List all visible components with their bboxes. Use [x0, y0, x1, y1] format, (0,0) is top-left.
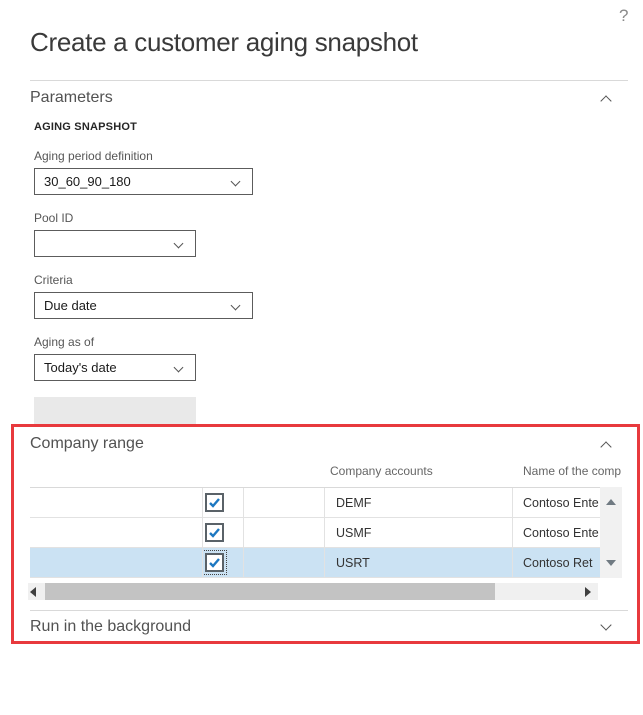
parameters-section-header[interactable]: Parameters [30, 87, 612, 109]
column-header-company-accounts[interactable]: Company accounts [330, 464, 433, 478]
parameters-form: Aging period definition 30_60_90_180 Poo… [34, 149, 274, 424]
run-in-background-section-title: Run in the background [30, 618, 191, 635]
horizontal-scrollbar[interactable] [28, 583, 598, 600]
collapse-chevron-icon[interactable] [600, 441, 612, 453]
scrollbar-thumb[interactable] [45, 583, 495, 600]
cell-checkbox [203, 518, 244, 547]
parameters-section-title: Parameters [30, 89, 113, 106]
cell-company-account[interactable]: USMF [325, 518, 513, 547]
field-label: Aging as of [34, 335, 95, 349]
help-icon[interactable]: ? [619, 6, 628, 26]
grid-row[interactable]: USMF Contoso Ente [30, 518, 600, 548]
cell-company-account[interactable]: DEMF [325, 488, 513, 517]
scroll-up-arrow-icon[interactable] [606, 499, 616, 505]
collapse-chevron-icon[interactable] [600, 95, 612, 107]
field-label: Criteria [34, 273, 73, 287]
cell-empty [244, 488, 325, 517]
cell-checkbox [203, 548, 244, 577]
criteria-combobox[interactable]: Due date [34, 292, 253, 319]
combobox-value: Today's date [44, 360, 117, 375]
column-header-company-name[interactable]: Name of the comp [523, 464, 637, 478]
cell-empty [244, 518, 325, 547]
checkmark-icon [209, 557, 220, 568]
aging-snapshot-group-label: AGING SNAPSHOT [34, 121, 138, 133]
section-divider [30, 610, 628, 611]
combobox-value: 30_60_90_180 [44, 174, 131, 189]
combobox-value: Due date [44, 298, 97, 313]
company-range-grid: DEMF Contoso Ente USMF Contoso Ente USRT… [30, 487, 600, 578]
section-divider [30, 80, 628, 81]
field-aging-as-of: Aging as of Today's date [34, 335, 274, 381]
page-title: Create a customer aging snapshot [30, 27, 418, 57]
cell-checkbox [203, 488, 244, 517]
dropdown-chevron-icon[interactable] [230, 300, 241, 311]
company-range-section-header[interactable]: Company range [30, 433, 612, 455]
scroll-left-arrow-icon[interactable] [30, 587, 36, 597]
dropdown-chevron-icon[interactable] [173, 238, 184, 249]
aging-period-definition-combobox[interactable]: 30_60_90_180 [34, 168, 253, 195]
dropdown-chevron-icon[interactable] [230, 176, 241, 187]
field-pool-id: Pool ID [34, 211, 274, 257]
cell-empty [30, 488, 203, 517]
vertical-scrollbar[interactable] [600, 487, 622, 578]
row-select-checkbox[interactable] [205, 523, 224, 542]
pool-id-combobox[interactable] [34, 230, 196, 257]
field-label: Aging period definition [34, 149, 153, 163]
cell-company-name[interactable]: Contoso Ente [513, 488, 600, 517]
aging-as-of-combobox[interactable]: Today's date [34, 354, 196, 381]
row-select-checkbox[interactable] [203, 550, 227, 575]
scroll-down-arrow-icon[interactable] [606, 560, 616, 566]
aging-date-disabled-field [34, 397, 196, 424]
grid-row[interactable]: USRT Contoso Ret [30, 548, 600, 578]
cell-company-account[interactable]: USRT [325, 548, 513, 577]
company-range-section-title: Company range [30, 435, 144, 452]
field-criteria: Criteria Due date [34, 273, 274, 319]
expand-chevron-icon[interactable] [600, 619, 612, 631]
scroll-right-arrow-icon[interactable] [585, 587, 591, 597]
cell-empty [30, 518, 203, 547]
cell-company-name[interactable]: Contoso Ret [513, 548, 600, 577]
field-aging-period-definition: Aging period definition 30_60_90_180 [34, 149, 274, 195]
cell-empty [244, 548, 325, 577]
cell-empty [30, 548, 203, 577]
row-select-checkbox[interactable] [205, 493, 224, 512]
cell-company-name[interactable]: Contoso Ente [513, 518, 600, 547]
field-label: Pool ID [34, 211, 74, 225]
dropdown-chevron-icon[interactable] [173, 362, 184, 373]
run-in-background-section-header[interactable]: Run in the background [30, 616, 612, 638]
checkmark-icon [209, 497, 220, 508]
grid-row[interactable]: DEMF Contoso Ente [30, 488, 600, 518]
checkmark-icon [209, 527, 220, 538]
